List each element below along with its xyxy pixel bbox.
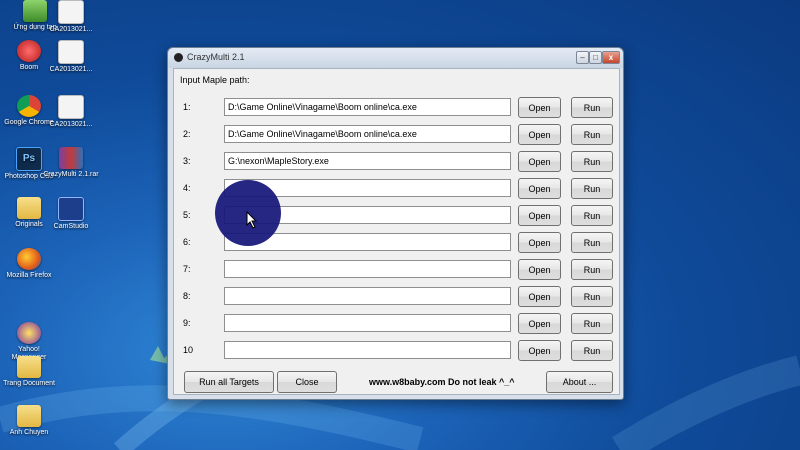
desktop-icon-label: CamStudio: [53, 223, 89, 230]
row-label: 2:: [183, 129, 191, 139]
desktop-icon-13[interactable]: Anh Chuyen: [0, 405, 58, 437]
website-link-text: www.w8baby.com Do not leak ^_^: [369, 377, 515, 387]
run-button[interactable]: Run: [571, 205, 613, 226]
maple-path-input[interactable]: [224, 125, 511, 143]
archive-icon: [59, 147, 83, 169]
desktop-icon-1[interactable]: CA2013021...: [42, 0, 100, 34]
maximize-button[interactable]: □: [589, 51, 602, 64]
open-button[interactable]: Open: [518, 340, 561, 361]
desktop-icon-7[interactable]: CrazyMulti 2.1.rar: [42, 147, 100, 179]
photoshop-icon: Ps: [16, 147, 42, 171]
firefox-icon: [17, 248, 41, 270]
maple-path-input[interactable]: [224, 98, 511, 116]
camstudio-icon: [58, 197, 84, 221]
row-label: 3:: [183, 156, 191, 166]
open-button[interactable]: Open: [518, 205, 561, 226]
doc-icon: [58, 40, 84, 64]
folder-icon: [17, 197, 41, 219]
doc-icon: [58, 0, 84, 24]
input-path-heading: Input Maple path:: [180, 75, 250, 85]
row-label: 5:: [183, 210, 191, 220]
row-label: 8:: [183, 291, 191, 301]
open-button[interactable]: Open: [518, 313, 561, 334]
open-button[interactable]: Open: [518, 97, 561, 118]
app-icon: [174, 53, 183, 62]
maple-path-input[interactable]: [224, 341, 511, 359]
row-label: 4:: [183, 183, 191, 193]
chrome-icon: [17, 95, 41, 117]
run-button[interactable]: Run: [571, 259, 613, 280]
row-label: 7:: [183, 264, 191, 274]
open-button[interactable]: Open: [518, 178, 561, 199]
run-button[interactable]: Run: [571, 313, 613, 334]
yahoo-icon: [17, 322, 41, 344]
desktop-icon-5[interactable]: CA2013021...: [42, 95, 100, 129]
desktop-icon-12[interactable]: Trang Document: [0, 356, 58, 388]
about-button[interactable]: About ...: [546, 371, 613, 393]
open-button[interactable]: Open: [518, 151, 561, 172]
close-button[interactable]: Close: [277, 371, 337, 393]
row-label: 9:: [183, 318, 191, 328]
folder-icon: [17, 405, 41, 427]
window-title: CrazyMulti 2.1: [187, 52, 245, 62]
open-button[interactable]: Open: [518, 286, 561, 307]
run-button[interactable]: Run: [571, 124, 613, 145]
run-button[interactable]: Run: [571, 178, 613, 199]
title-bar[interactable]: CrazyMulti 2.1 – □ x: [168, 48, 623, 68]
game-icon: [17, 40, 41, 62]
row-label: 6:: [183, 237, 191, 247]
row-label: 10: [183, 345, 194, 355]
run-button[interactable]: Run: [571, 151, 613, 172]
desktop-icon-label: CA2013021...: [49, 26, 93, 33]
doc-icon: [58, 95, 84, 119]
maple-path-input[interactable]: [224, 152, 511, 170]
minimize-button[interactable]: –: [576, 51, 589, 64]
maple-path-input[interactable]: [224, 287, 511, 305]
desktop-icon-9[interactable]: CamStudio: [42, 197, 100, 231]
desktop-icon-3[interactable]: CA2013021...: [42, 40, 100, 74]
desktop-icon-10[interactable]: Mozilla Firefox: [0, 248, 58, 280]
desktop-icon-label: Anh Chuyen: [9, 429, 49, 436]
run-button[interactable]: Run: [571, 286, 613, 307]
run-button[interactable]: Run: [571, 97, 613, 118]
mouse-pointer-icon: [246, 211, 258, 229]
open-button[interactable]: Open: [518, 232, 561, 253]
desktop-icon-label: Trang Document: [3, 380, 55, 387]
open-button[interactable]: Open: [518, 259, 561, 280]
run-button[interactable]: Run: [571, 340, 613, 361]
run-all-targets-button[interactable]: Run all Targets: [184, 371, 274, 393]
open-button[interactable]: Open: [518, 124, 561, 145]
desktop-icon-label: CA2013021...: [49, 66, 93, 73]
desktop-icon-label: Mozilla Firefox: [6, 272, 52, 279]
maple-path-input[interactable]: [224, 314, 511, 332]
row-label: 1:: [183, 102, 191, 112]
folder-icon: [17, 356, 41, 378]
desktop-icon-label: CA2013021...: [49, 121, 93, 128]
desktop-icon-label: CrazyMulti 2.1.rar: [43, 171, 99, 178]
maple-path-input[interactable]: [224, 260, 511, 278]
run-button[interactable]: Run: [571, 232, 613, 253]
close-window-button[interactable]: x: [602, 51, 620, 64]
